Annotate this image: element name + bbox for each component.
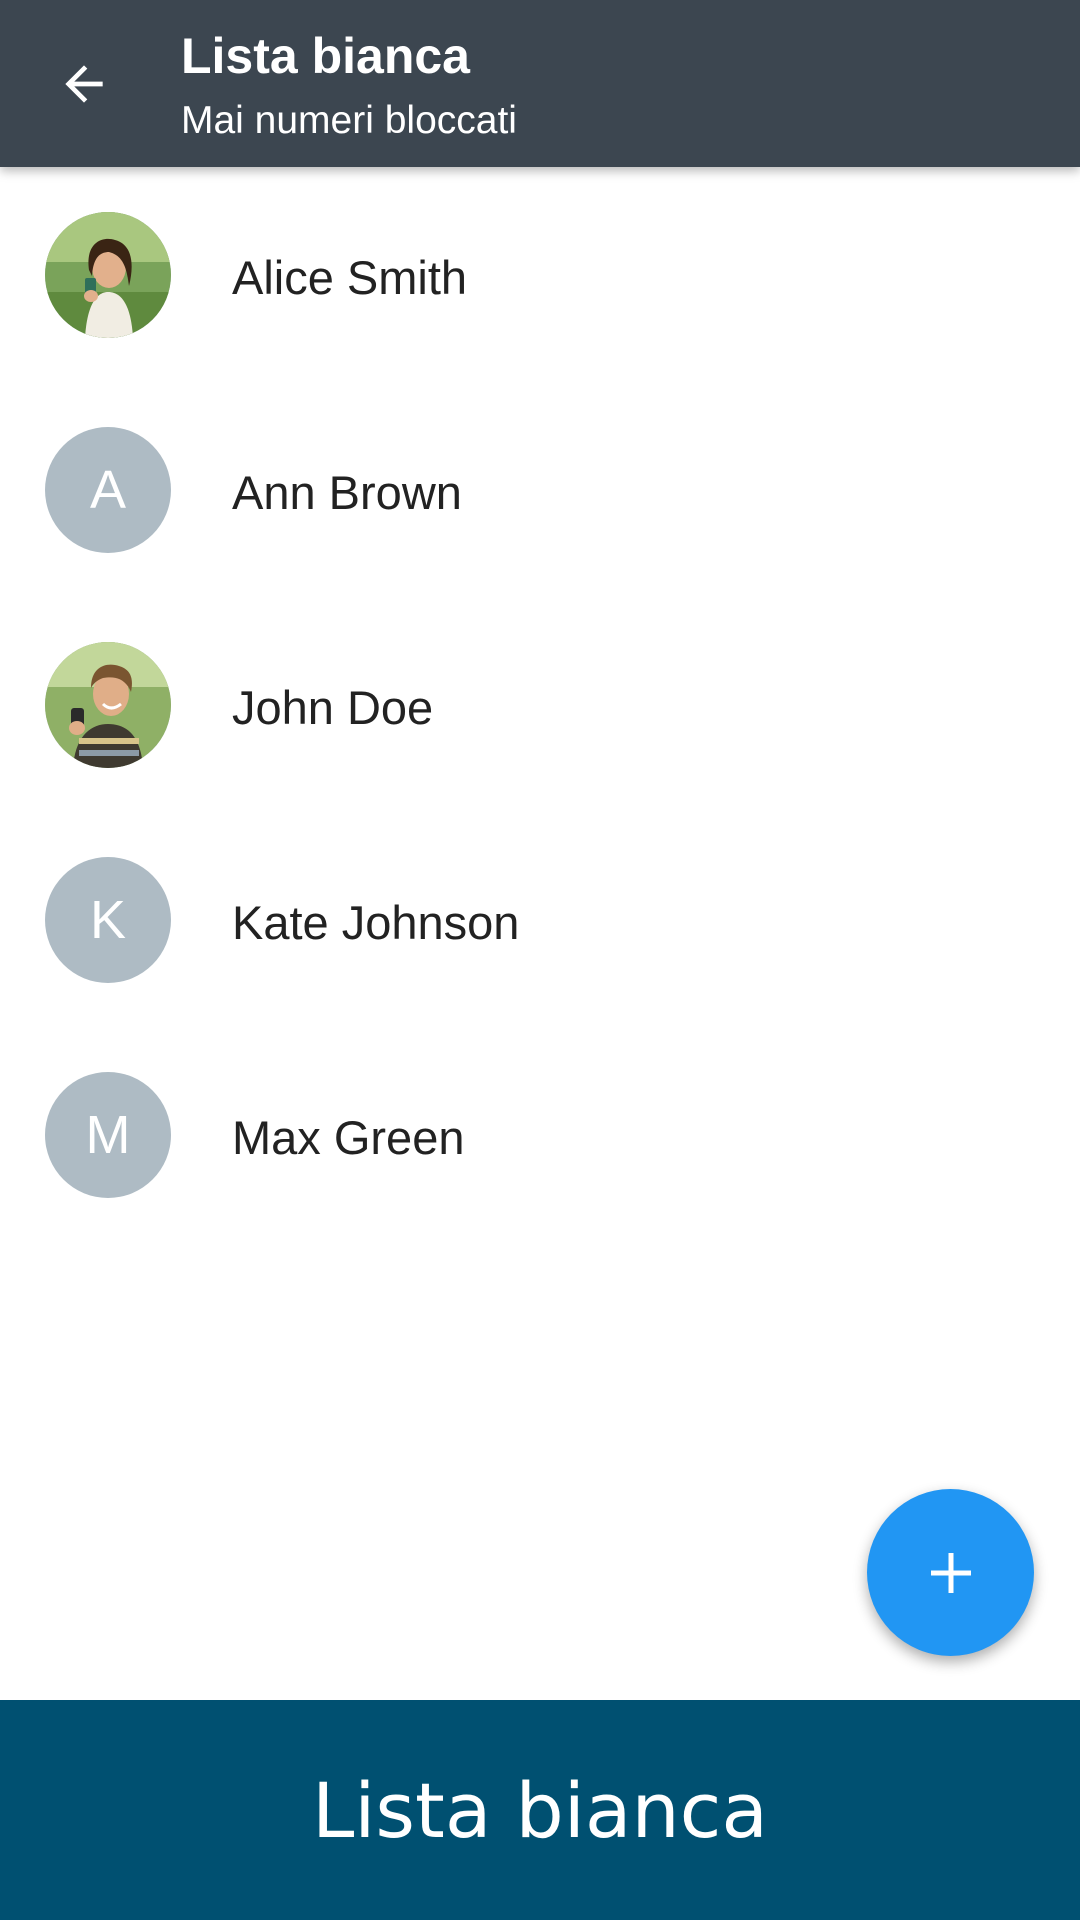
- contact-row-max-green[interactable]: M Max Green: [0, 1027, 1080, 1242]
- page-subtitle: Mai numeri bloccati: [181, 99, 517, 142]
- contact-row-kate-johnson[interactable]: K Kate Johnson: [0, 812, 1080, 1027]
- app-bar: Lista bianca Mai numeri bloccati: [0, 0, 1080, 167]
- page-title: Lista bianca: [181, 28, 470, 84]
- contact-photo-avatar: [45, 212, 171, 338]
- contact-name: John Doe: [232, 681, 434, 734]
- contact-photo-avatar: [45, 642, 171, 768]
- contact-initial-avatar: K: [45, 857, 171, 983]
- contact-initial-avatar: A: [45, 427, 171, 553]
- contact-row-john-doe[interactable]: John Doe: [0, 597, 1080, 812]
- man-photo-icon: [45, 642, 171, 768]
- bottom-banner: Lista bianca: [0, 1700, 1080, 1920]
- banner-text: Lista bianca: [311, 1765, 769, 1855]
- plus-icon: [930, 1552, 971, 1593]
- back-button[interactable]: [38, 38, 130, 130]
- contact-name: Kate Johnson: [232, 896, 520, 949]
- woman-photo-icon: [45, 212, 171, 338]
- add-contact-button[interactable]: [867, 1489, 1034, 1656]
- arrow-back-icon: [65, 65, 103, 103]
- contact-row-ann-brown[interactable]: A Ann Brown: [0, 382, 1080, 597]
- contact-name: Alice Smith: [232, 251, 468, 304]
- contact-name: Max Green: [232, 1111, 465, 1164]
- contact-name: Ann Brown: [232, 466, 462, 519]
- contact-initial-avatar: M: [45, 1072, 171, 1198]
- contact-row-alice-smith[interactable]: Alice Smith: [0, 167, 1080, 382]
